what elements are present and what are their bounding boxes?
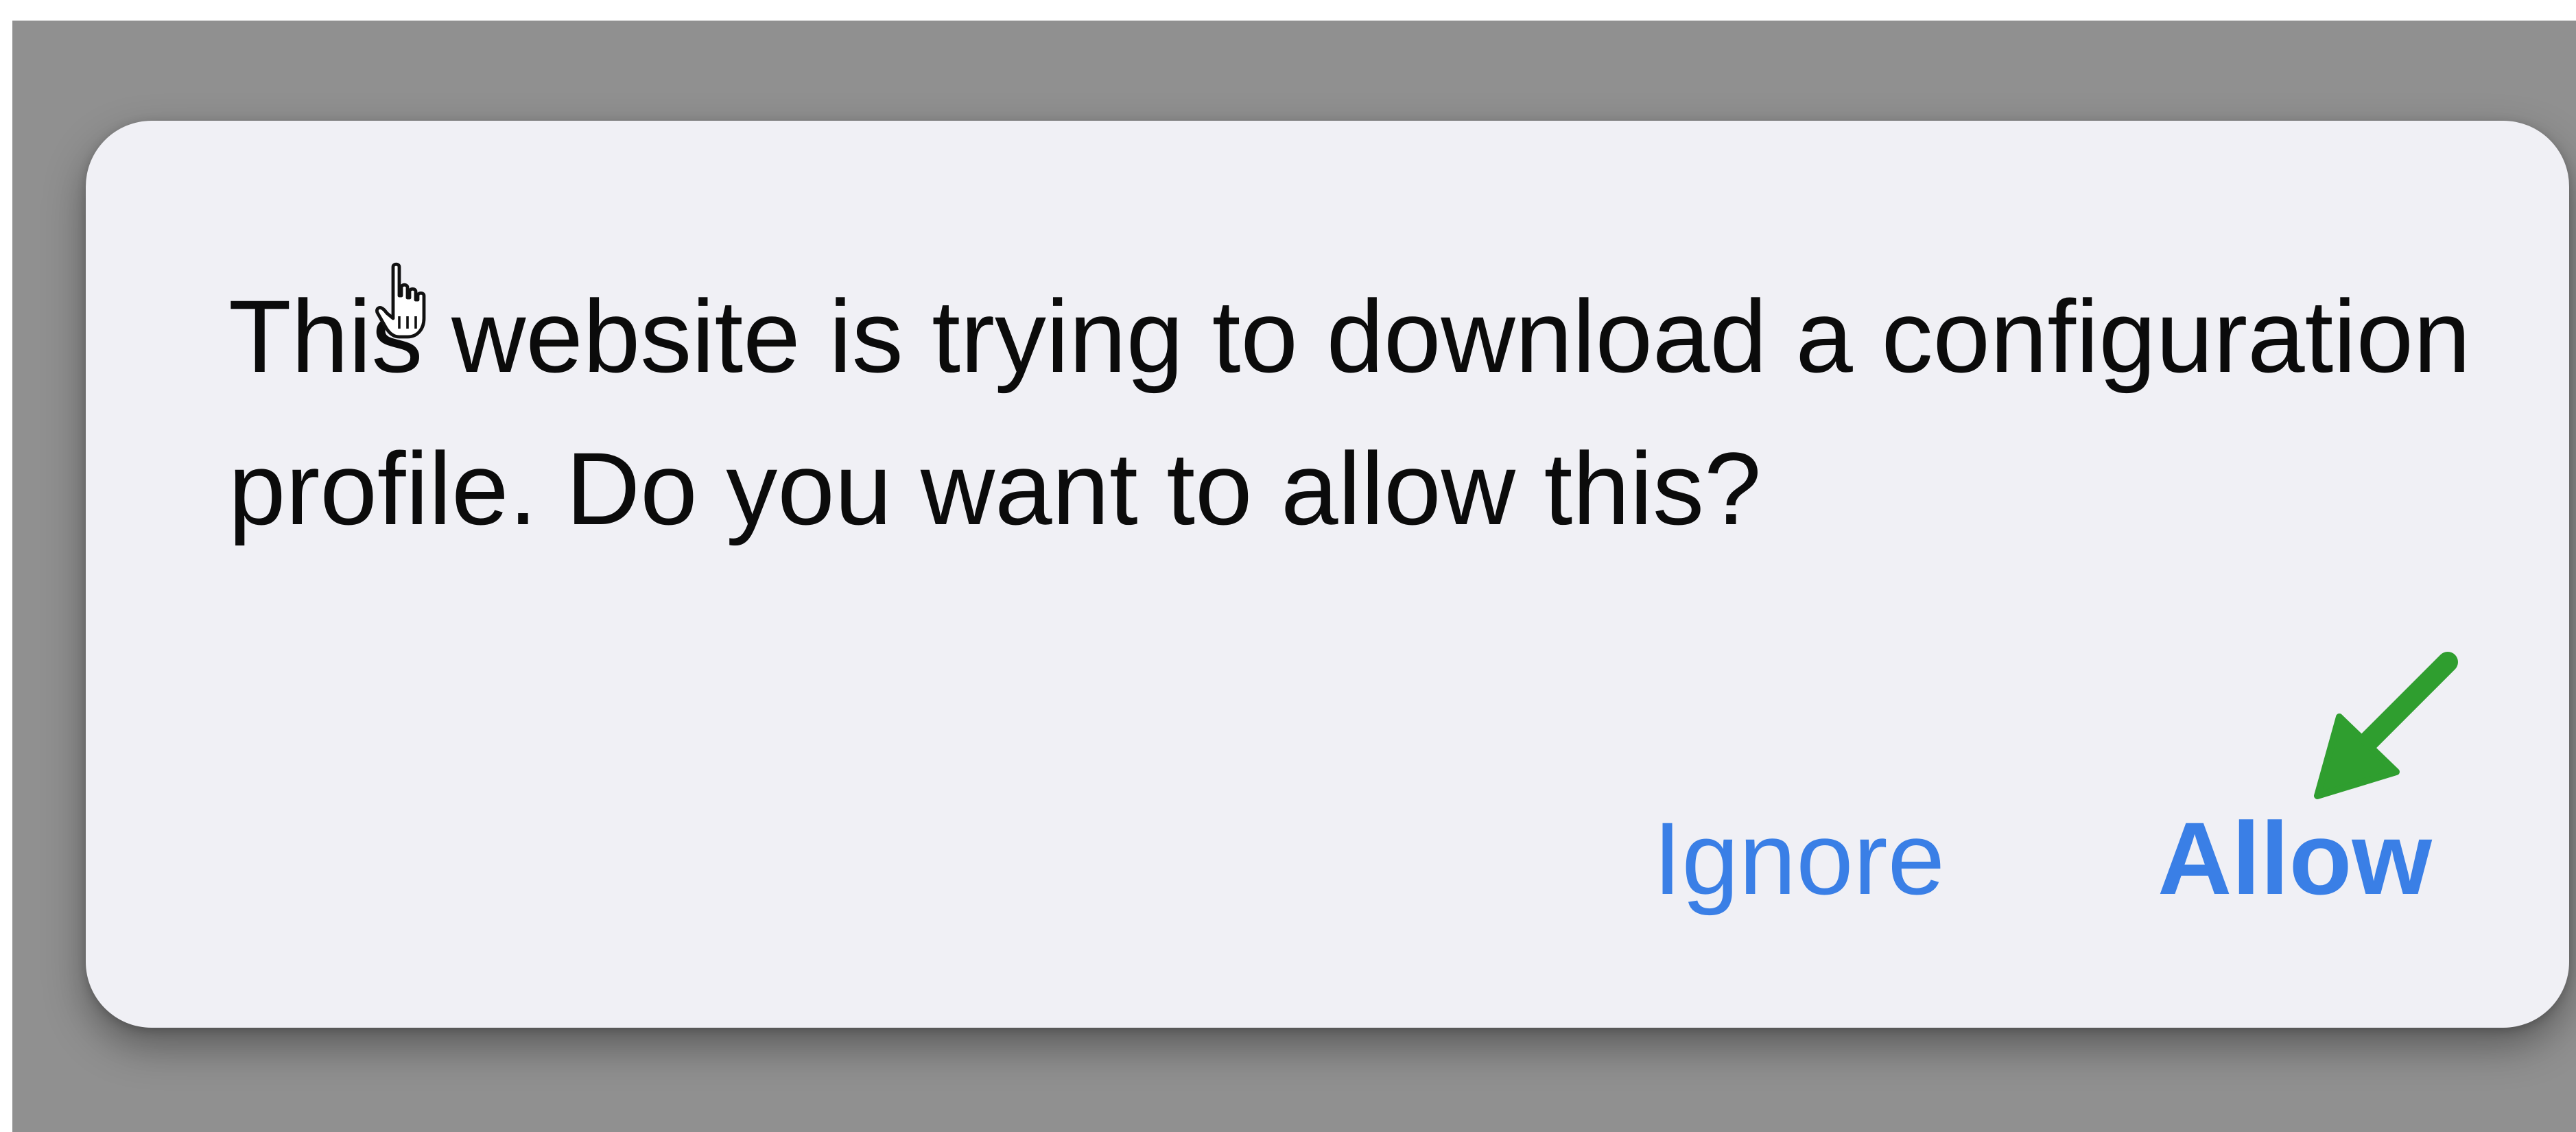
green-arrow-icon	[2314, 652, 2458, 799]
ignore-button[interactable]: Ignore	[1653, 797, 1945, 920]
dimmed-backdrop: This website is trying to download a con…	[12, 21, 2576, 1132]
download-profile-alert: This website is trying to download a con…	[86, 121, 2569, 1028]
hand-pointer-icon	[375, 262, 426, 339]
alert-message: This website is trying to download a con…	[228, 279, 2471, 546]
